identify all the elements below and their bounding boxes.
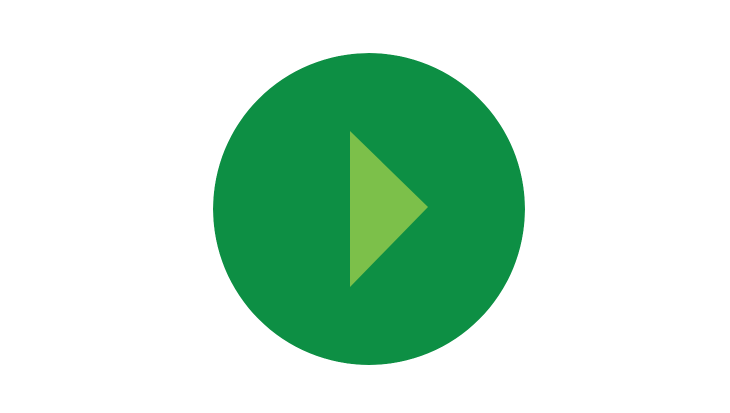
play-icon	[213, 53, 525, 365]
canvas	[0, 0, 730, 413]
play-button[interactable]	[213, 53, 525, 365]
